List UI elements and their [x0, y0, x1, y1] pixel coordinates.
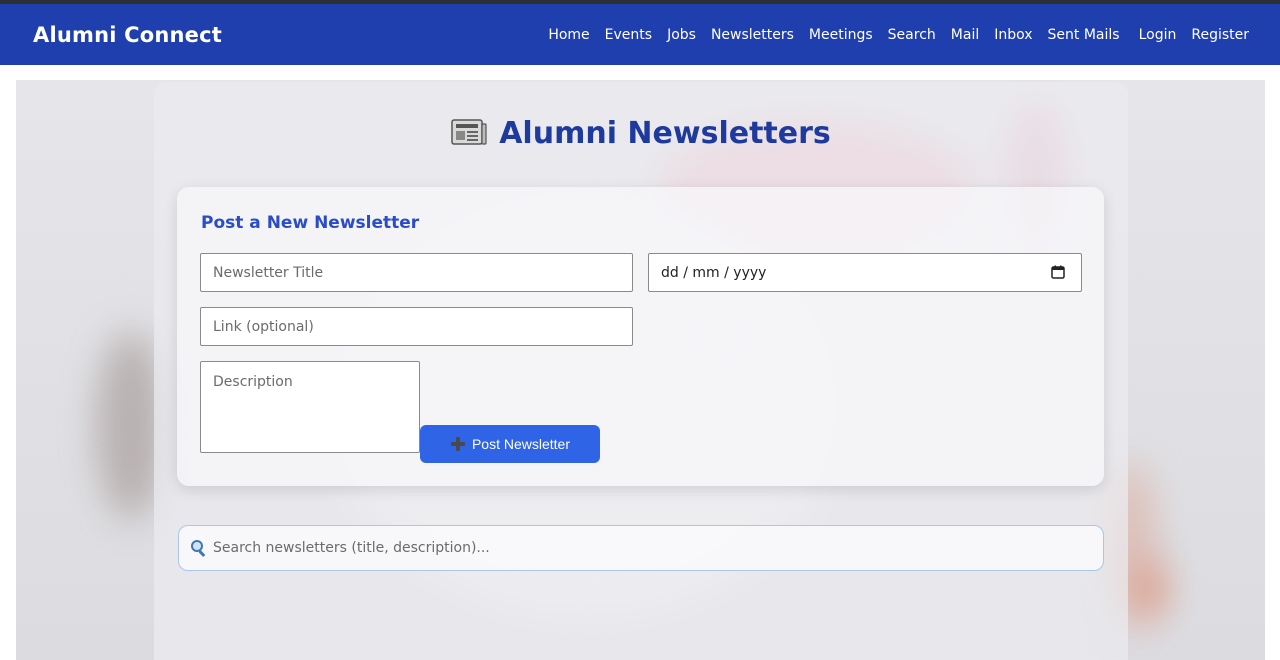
- search-placeholder: Search newsletters (title, description).…: [213, 540, 490, 556]
- nav-login[interactable]: Login: [1139, 27, 1177, 43]
- nav-mail[interactable]: Mail: [951, 27, 979, 43]
- nav-search[interactable]: Search: [888, 27, 936, 43]
- post-newsletter-label: Post Newsletter: [471, 436, 571, 452]
- newsletter-title-placeholder: Newsletter Title: [213, 264, 324, 281]
- page-title: Alumni Newsletters: [154, 116, 1128, 151]
- plus-icon: [450, 437, 465, 451]
- nav-register[interactable]: Register: [1191, 27, 1249, 43]
- nav-sent-mails[interactable]: Sent Mails: [1048, 27, 1120, 43]
- nav-events[interactable]: Events: [605, 27, 652, 43]
- newsletter-description-textarea[interactable]: Description: [200, 361, 420, 453]
- post-newsletter-button[interactable]: Post Newsletter: [420, 425, 600, 463]
- newsletter-title-input[interactable]: Newsletter Title: [200, 253, 633, 292]
- newsletter-link-input[interactable]: Link (optional): [200, 307, 633, 346]
- nav-inbox[interactable]: Inbox: [994, 27, 1032, 43]
- newspaper-icon: [451, 119, 487, 145]
- navbar: Alumni Connect Home Events Jobs Newslett…: [0, 4, 1280, 65]
- link-placeholder: Link (optional): [213, 318, 314, 335]
- nav-meetings[interactable]: Meetings: [809, 27, 873, 43]
- nav-home[interactable]: Home: [548, 27, 589, 43]
- page-title-text: Alumni Newsletters: [499, 116, 831, 151]
- newsletter-search-input[interactable]: Search newsletters (title, description).…: [178, 525, 1104, 571]
- nav-jobs[interactable]: Jobs: [667, 27, 696, 43]
- magnifier-icon: [191, 540, 205, 557]
- calendar-icon[interactable]: [1051, 265, 1065, 279]
- date-placeholder: dd / mm / yyyy: [661, 264, 767, 281]
- brand-logo[interactable]: Alumni Connect: [33, 23, 222, 47]
- nav-newsletters[interactable]: Newsletters: [711, 27, 794, 43]
- newsletter-date-input[interactable]: dd / mm / yyyy: [648, 253, 1082, 292]
- form-heading: Post a New Newsletter: [201, 213, 420, 233]
- description-placeholder: Description: [213, 374, 293, 390]
- nav-links: Home Events Jobs Newsletters Meetings Se…: [548, 27, 1249, 43]
